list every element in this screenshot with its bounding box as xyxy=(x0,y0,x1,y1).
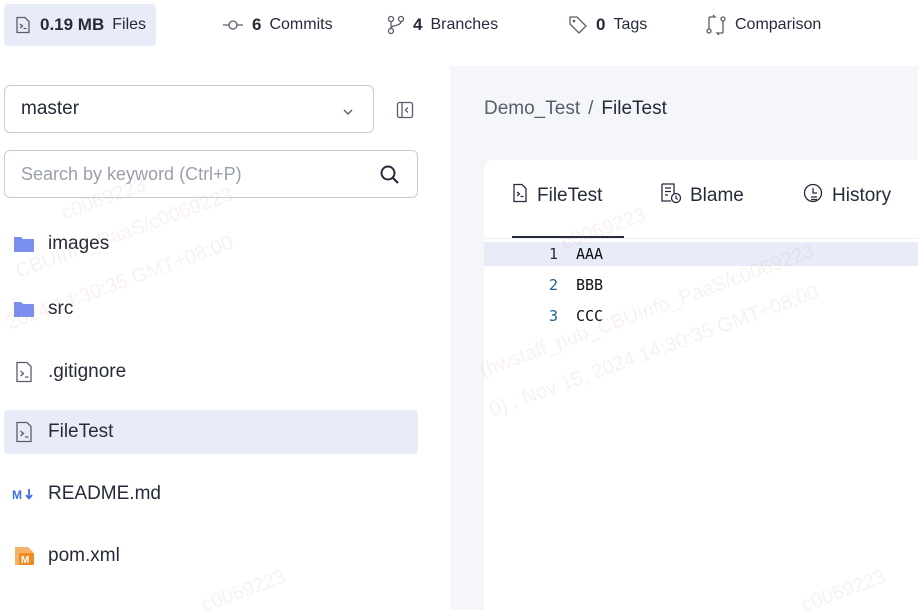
search-icon[interactable] xyxy=(379,164,401,191)
files-label: Files xyxy=(112,16,147,33)
commits-count: 6 xyxy=(252,15,262,34)
tab-blame-label: Blame xyxy=(690,185,744,206)
code-line: 3 CCC xyxy=(484,304,918,328)
compare-icon xyxy=(705,14,727,36)
code-line: 1 AAA xyxy=(484,242,918,266)
file-search-box xyxy=(4,150,418,198)
tab-history-label: History xyxy=(832,185,892,206)
tags-count: 0 xyxy=(596,15,606,34)
file-item-label: FileTest xyxy=(48,421,114,442)
file-item-images[interactable]: images xyxy=(4,222,418,266)
search-input[interactable] xyxy=(21,163,361,185)
file-item-src[interactable]: src xyxy=(4,287,418,331)
tag-icon xyxy=(568,15,588,35)
tab-file[interactable]: FileTest xyxy=(511,180,602,212)
file-item-label: images xyxy=(48,233,110,254)
branch-select-value: master xyxy=(21,98,80,119)
file-item-gitignore[interactable]: .gitignore xyxy=(4,350,418,394)
commits-label: Commits xyxy=(269,16,333,33)
file-item-pom[interactable]: M pom.xml xyxy=(4,534,418,578)
tab-file-label: FileTest xyxy=(537,185,603,206)
file-item-label: pom.xml xyxy=(48,545,120,566)
breadcrumb-separator: / xyxy=(588,98,594,119)
blame-icon xyxy=(660,182,682,210)
code-line: 2 BBB xyxy=(484,273,918,297)
tab-history[interactable]: History xyxy=(802,180,891,212)
comparison-stat[interactable]: Comparison xyxy=(705,4,821,46)
file-item-readme[interactable]: M README.md xyxy=(4,472,418,516)
file-item-label: src xyxy=(48,298,74,319)
repo-stats-bar: 0.19 MB Files 6 Commits 4 Branches 0 Tag… xyxy=(0,0,918,50)
comparison-label: Comparison xyxy=(735,16,822,33)
files-size: 0.19 MB xyxy=(40,15,105,34)
svg-text:M: M xyxy=(21,555,29,566)
collapse-sidebar-icon[interactable] xyxy=(395,100,415,120)
commits-stat[interactable]: 6 Commits xyxy=(222,4,333,46)
line-number[interactable]: 3 xyxy=(484,307,576,325)
breadcrumb: Demo_Test / FileTest xyxy=(484,98,667,120)
branches-stat[interactable]: 4 Branches xyxy=(387,4,498,46)
history-icon xyxy=(802,182,824,210)
markdown-icon: M xyxy=(12,482,36,506)
file-item-filetest[interactable]: FileTest xyxy=(4,410,418,454)
svg-text:M: M xyxy=(12,488,22,501)
tags-label: Tags xyxy=(613,16,648,33)
branch-icon xyxy=(387,15,405,35)
folder-icon xyxy=(12,232,36,256)
breadcrumb-current-file: FileTest xyxy=(601,98,667,119)
file-code-icon xyxy=(12,360,36,384)
line-number[interactable]: 2 xyxy=(484,276,576,294)
maven-icon: M xyxy=(12,544,36,568)
tags-stat[interactable]: 0 Tags xyxy=(568,4,647,46)
chevron-down-icon xyxy=(341,103,355,125)
file-code-icon xyxy=(511,183,529,209)
file-code-icon xyxy=(12,420,36,444)
folder-icon xyxy=(12,297,36,321)
file-item-label: README.md xyxy=(48,483,161,504)
branches-label: Branches xyxy=(430,16,499,33)
branch-select[interactable]: master xyxy=(4,85,374,133)
branches-count: 4 xyxy=(413,15,423,34)
commit-icon xyxy=(222,18,244,32)
tab-blame[interactable]: Blame xyxy=(660,180,744,212)
file-code-icon xyxy=(14,16,32,34)
file-viewer-card xyxy=(484,160,918,610)
line-text: AAA xyxy=(576,245,604,263)
line-text: CCC xyxy=(576,307,604,325)
line-text: BBB xyxy=(576,276,604,294)
line-number[interactable]: 1 xyxy=(484,245,576,263)
file-item-label: .gitignore xyxy=(48,361,127,382)
files-stat[interactable]: 0.19 MB Files xyxy=(4,4,157,46)
breadcrumb-repo-link[interactable]: Demo_Test xyxy=(484,98,580,120)
tab-divider xyxy=(484,238,918,239)
